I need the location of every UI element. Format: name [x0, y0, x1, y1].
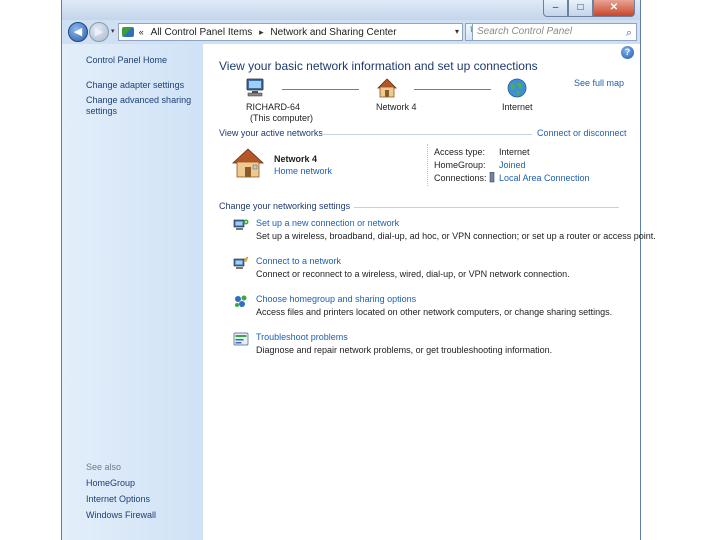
recent-pages-dropdown[interactable]: ▾ — [111, 27, 115, 35]
sidebar-control-panel-home[interactable]: Control Panel Home — [86, 55, 198, 66]
wired-connection-icon — [489, 172, 495, 183]
task-desc-connect-network: Connect or reconnect to a wireless, wire… — [256, 269, 570, 279]
map-connection-line — [282, 89, 359, 90]
access-type-value: Internet — [499, 147, 530, 157]
maximize-button[interactable]: □ — [568, 0, 593, 17]
task-title-setup-connection[interactable]: Set up a new connection or network — [256, 218, 399, 228]
map-computer-note: (This computer) — [250, 113, 314, 123]
computer-icon — [246, 78, 264, 97]
network-details-divider — [427, 144, 428, 186]
section-divider — [322, 134, 532, 135]
see-full-map-link[interactable]: See full map — [574, 78, 624, 88]
section-divider — [354, 207, 619, 208]
local-area-connection-link[interactable]: Local Area Connection — [499, 173, 590, 183]
page-heading: View your basic network information and … — [219, 59, 538, 73]
task-title-connect-network[interactable]: Connect to a network — [256, 256, 341, 266]
close-button[interactable]: ✕ — [593, 0, 635, 17]
new-connection-icon — [233, 219, 249, 230]
search-placeholder: Search Control Panel — [477, 26, 573, 37]
see-also-homegroup[interactable]: HomeGroup — [86, 478, 198, 489]
access-type-label: Access type: — [434, 147, 486, 157]
map-internet-label: Internet — [502, 102, 533, 112]
change-settings-title: Change your networking settings — [219, 201, 351, 211]
map-connection-line — [414, 89, 491, 90]
caption-buttons: – □ ✕ — [543, 0, 635, 17]
task-title-troubleshoot[interactable]: Troubleshoot problems — [256, 332, 348, 342]
task-title-homegroup-sharing[interactable]: Choose homegroup and sharing options — [256, 294, 416, 304]
minimize-button[interactable]: – — [543, 0, 568, 17]
help-icon[interactable]: ? — [621, 46, 634, 59]
back-button[interactable]: ◀ — [68, 22, 88, 42]
homegroup-icon — [235, 295, 247, 307]
internet-globe-icon — [507, 78, 527, 98]
breadcrumb-all-items[interactable]: All Control Panel Items — [151, 27, 253, 38]
see-also-label: See also — [86, 462, 122, 472]
network-type-link[interactable]: Home network — [274, 166, 332, 176]
sidebar-change-adapter-settings[interactable]: Change adapter settings — [86, 80, 198, 91]
home-network-icon — [377, 78, 397, 98]
task-desc-homegroup-sharing: Access files and printers located on oth… — [256, 307, 613, 317]
sidebar-change-advanced-sharing[interactable]: Change advanced sharing settings — [86, 95, 198, 117]
map-network-name: Network 4 — [376, 102, 417, 112]
see-also-windows-firewall[interactable]: Windows Firewall — [86, 510, 198, 521]
connect-or-disconnect-link[interactable]: Connect or disconnect — [537, 128, 627, 138]
connect-network-icon — [233, 256, 249, 269]
main-panel: ? View your basic network information an… — [203, 44, 656, 540]
active-network-name: Network 4 — [274, 154, 318, 164]
sidebar: Control Panel Home Change adapter settin… — [62, 44, 203, 540]
address-dropdown-icon[interactable]: ▾ — [455, 24, 459, 40]
network-sharing-center-window: – □ ✕ ◀ ▶ ▾ « All Control Panel Items ▸ … — [61, 0, 656, 540]
navigation-bar: ◀ ▶ ▾ « All Control Panel Items ▸ Networ… — [62, 20, 640, 44]
breadcrumb-separator-arrow-icon[interactable]: ▸ — [259, 27, 264, 37]
troubleshoot-icon — [233, 332, 249, 346]
map-computer-name: RICHARD-64 — [246, 102, 301, 112]
control-panel-icon — [122, 27, 134, 37]
title-bar[interactable]: – □ ✕ — [62, 0, 640, 20]
home-network-icon — [231, 148, 265, 178]
active-networks-title: View your active networks — [219, 128, 323, 138]
content-area: Control Panel Home Change adapter settin… — [62, 44, 656, 540]
connections-label: Connections: — [434, 173, 487, 183]
search-input[interactable]: Search Control Panel ⌕ — [472, 23, 637, 41]
see-also-internet-options[interactable]: Internet Options — [86, 494, 198, 505]
homegroup-joined-link[interactable]: Joined — [499, 160, 526, 170]
address-chevron[interactable]: « — [139, 27, 144, 37]
homegroup-label: HomeGroup: — [434, 160, 486, 170]
search-icon[interactable]: ⌕ — [626, 25, 632, 41]
task-desc-troubleshoot: Diagnose and repair network problems, or… — [256, 345, 553, 355]
forward-button[interactable]: ▶ — [89, 22, 109, 42]
breadcrumb-network-sharing[interactable]: Network and Sharing Center — [270, 27, 396, 38]
task-desc-setup-connection: Set up a wireless, broadband, dial-up, a… — [256, 231, 656, 241]
address-bar[interactable]: « All Control Panel Items ▸ Network and … — [118, 23, 463, 41]
